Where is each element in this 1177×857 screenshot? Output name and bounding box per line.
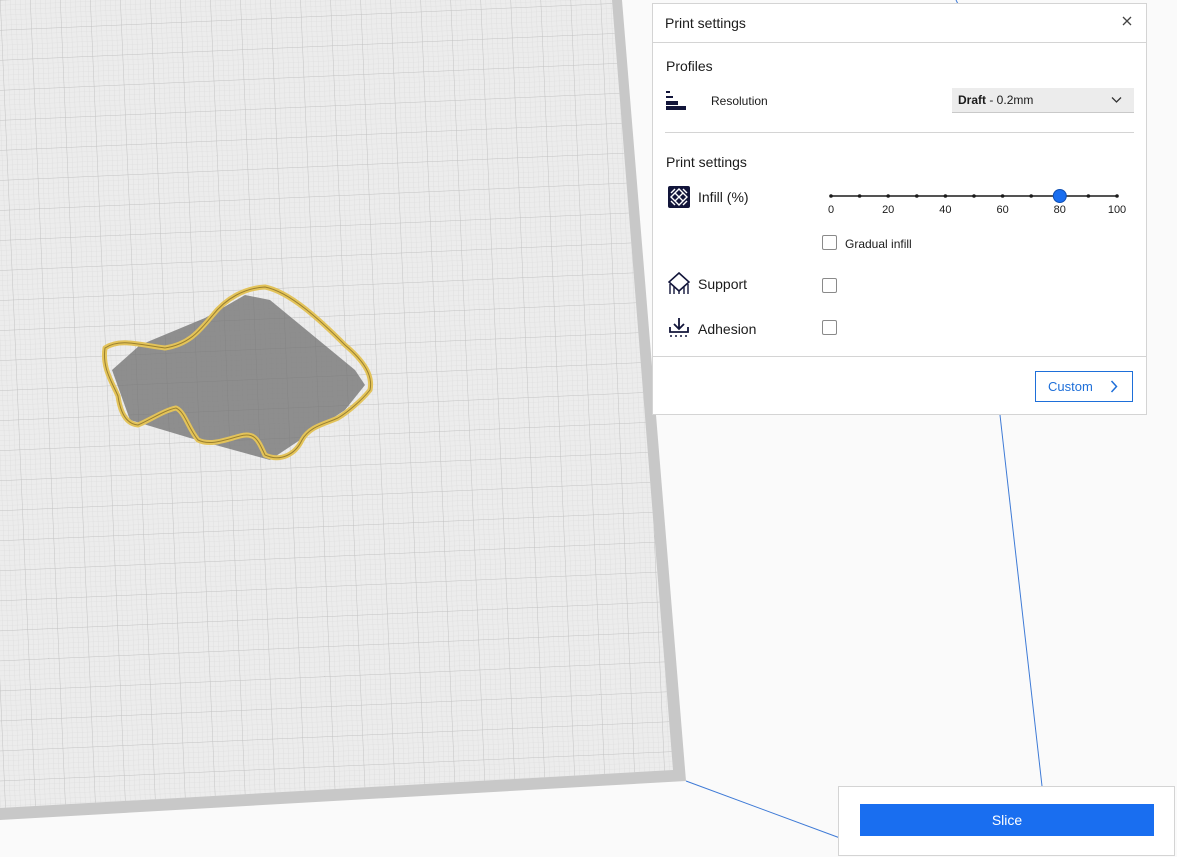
infill-slider-step bbox=[1029, 194, 1033, 198]
infill-slider-step bbox=[1115, 194, 1119, 198]
infill-tick-label: 80 bbox=[1053, 204, 1066, 216]
section-divider bbox=[665, 132, 1134, 133]
support-icon bbox=[668, 272, 690, 294]
close-icon[interactable] bbox=[1120, 14, 1134, 28]
panel-title: Print settings bbox=[665, 15, 746, 31]
infill-slider-step bbox=[857, 194, 862, 198]
infill-slider-handle[interactable] bbox=[1052, 189, 1067, 203]
print-settings-section-title: Print settings bbox=[666, 154, 747, 170]
infill-label: Infill (%) bbox=[698, 189, 749, 205]
adhesion-icon bbox=[669, 318, 689, 337]
adhesion-checkbox[interactable] bbox=[822, 320, 837, 335]
infill-slider-step bbox=[943, 194, 948, 198]
infill-tick-label: 0 bbox=[827, 204, 835, 216]
infill-icon bbox=[668, 186, 690, 208]
resolution-value-profile: Draft bbox=[958, 93, 987, 107]
infill-slider-step bbox=[1000, 194, 1005, 198]
infill-tick-label: 40 bbox=[939, 204, 952, 216]
resolution-dropdown[interactable]: Draft - 0.2mm bbox=[952, 88, 1134, 113]
infill-slider-step bbox=[886, 194, 890, 198]
infill-slider-step bbox=[1086, 194, 1091, 198]
custom-button[interactable]: Custom bbox=[1035, 371, 1133, 402]
chevron-right-icon bbox=[1110, 380, 1118, 393]
profiles-title: Profiles bbox=[666, 58, 713, 74]
support-checkbox[interactable] bbox=[822, 278, 837, 293]
resolution-value-layer: - 0.2mm bbox=[986, 93, 1034, 107]
footer-divider bbox=[653, 356, 1146, 357]
slice-panel: Slice bbox=[838, 786, 1175, 856]
adhesion-label: Adhesion bbox=[698, 321, 757, 337]
infill-slider-step bbox=[829, 194, 833, 198]
print-settings-panel: Print settings Profiles Resolution Draft… bbox=[652, 3, 1147, 415]
custom-button-label: Custom bbox=[1048, 379, 1093, 394]
infill-tick-label: 100 bbox=[1107, 204, 1127, 216]
infill-tick-label: 60 bbox=[996, 204, 1009, 216]
gradual-infill-label: Gradual infill bbox=[845, 237, 912, 251]
resolution-icon bbox=[666, 91, 686, 110]
slice-button[interactable]: Slice bbox=[860, 804, 1154, 836]
infill-slider-step bbox=[972, 194, 976, 198]
infill-slider-track[interactable] bbox=[829, 189, 1119, 203]
gradual-infill-checkbox[interactable] bbox=[822, 235, 837, 250]
chevron-down-icon bbox=[1111, 97, 1122, 103]
resolution-label: Resolution bbox=[711, 94, 768, 108]
infill-tick-label: 20 bbox=[882, 204, 895, 216]
infill-slider[interactable]: 0 20 40 60 80 100 bbox=[827, 189, 1126, 219]
support-label: Support bbox=[698, 276, 748, 292]
infill-slider-step bbox=[915, 194, 919, 198]
panel-header: Print settings bbox=[653, 4, 1146, 43]
